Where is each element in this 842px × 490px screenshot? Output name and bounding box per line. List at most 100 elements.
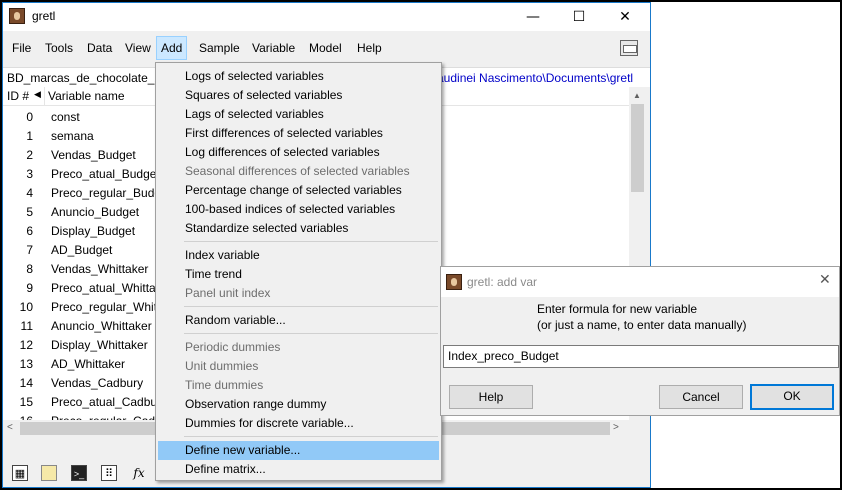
menu-item-seasonal-differences: Seasonal differences of selected variabl… [185, 164, 410, 178]
script-editor-icon[interactable] [41, 465, 57, 481]
menu-item-squares[interactable]: Squares of selected variables [158, 86, 439, 105]
menu-item-time-dummies: Time dummies [185, 378, 264, 392]
menu-file[interactable]: File [8, 36, 35, 60]
menu-item-logs[interactable]: Logs of selected variables [158, 67, 439, 86]
variable-name: Vendas_Budget [51, 148, 136, 162]
menu-separator [184, 241, 438, 242]
menu-item-unit-dummies: Unit dummies [185, 359, 259, 373]
title-bar: gretl — ☐ ✕ [3, 3, 650, 31]
cancel-button[interactable]: Cancel [659, 385, 743, 409]
variable-id: 5 [26, 205, 33, 219]
menu-item-percentage-change[interactable]: Percentage change of selected variables [158, 181, 439, 200]
menu-item-periodic-dummies: Periodic dummies [185, 340, 281, 354]
close-button[interactable]: ✕ [602, 3, 648, 31]
dialog-close-icon[interactable]: ✕ [819, 272, 831, 288]
variable-id: 13 [19, 357, 33, 371]
prompt-line-2: (or just a name, to enter data manually) [537, 318, 747, 332]
menu-item-time-trend[interactable]: Time trend [158, 265, 439, 284]
variable-id: 15 [19, 395, 33, 409]
variable-name: Anuncio_Whittaker [51, 319, 152, 333]
menu-help[interactable]: Help [353, 36, 386, 60]
ok-button[interactable]: OK [750, 384, 834, 410]
menu-view[interactable]: View [121, 36, 155, 60]
menu-item-log-differences[interactable]: Log differences of selected variables [158, 143, 439, 162]
menu-item-lags[interactable]: Lags of selected variables [158, 105, 439, 124]
menu-item-index-variable[interactable]: Index variable [158, 246, 439, 265]
variable-id: 8 [26, 262, 33, 276]
gretl-app-icon [9, 8, 25, 24]
variable-id: 6 [26, 224, 33, 238]
session-icons-icon[interactable]: ⠿ [101, 465, 117, 481]
working-directory-path: audinei Nascimento\Documents\gretl [437, 71, 634, 85]
menu-item-dummies-discrete[interactable]: Dummies for discrete variable... [158, 414, 439, 433]
calculator-icon[interactable]: ▦ [12, 465, 28, 481]
variable-id: 10 [19, 300, 33, 314]
menu-item-observation-range-dummy[interactable]: Observation range dummy [158, 395, 439, 414]
console-icon[interactable]: >_ [71, 465, 87, 481]
variable-name: Anuncio_Budget [51, 205, 140, 219]
column-header-variable-name[interactable]: Variable name [48, 89, 125, 103]
add-menu-dropdown: Logs of selected variables Squares of se… [155, 62, 442, 481]
variable-name: Preco_atual_Whittak [51, 281, 162, 295]
dataset-filename: BD_marcas_de_chocolate_22 [7, 71, 168, 85]
variable-id: 2 [26, 148, 33, 162]
add-var-dialog: gretl: add var ✕ Enter formula for new v… [440, 266, 840, 416]
variable-id: 7 [26, 243, 33, 257]
window-title: gretl [32, 9, 56, 23]
formula-prompt: Enter formula for new variable (or just … [537, 301, 757, 333]
scroll-right-arrow-icon[interactable]: > [613, 422, 619, 433]
menu-separator [184, 436, 438, 437]
variable-name: AD_Whittaker [51, 357, 126, 371]
variable-id: 4 [26, 186, 33, 200]
session-window-icon[interactable] [620, 40, 638, 56]
variable-name: Preco_regular_Budg [51, 186, 162, 200]
scroll-up-arrow-icon[interactable]: ▲ [633, 91, 641, 100]
menu-add[interactable]: Add [156, 36, 188, 60]
variable-name: Vendas_Whittaker [51, 262, 149, 276]
menu-separator [184, 333, 438, 334]
column-header-id[interactable]: ID # [7, 89, 29, 103]
variable-name: semana [51, 129, 94, 143]
help-button[interactable]: Help [449, 385, 533, 409]
maximize-button[interactable]: ☐ [556, 3, 602, 31]
variable-id: 0 [26, 110, 33, 124]
function-packages-icon[interactable]: fx [131, 465, 147, 481]
variable-name: Preco_atual_Budget [51, 167, 160, 181]
variable-name: Preco_atual_Cadbur [51, 395, 162, 409]
menu-item-standardize[interactable]: Standardize selected variables [158, 219, 439, 238]
vertical-scroll-thumb[interactable] [631, 104, 644, 192]
variable-id: 9 [26, 281, 33, 295]
variable-name: Vendas_Cadbury [51, 376, 144, 390]
menu-separator [184, 306, 438, 307]
variable-id: 12 [19, 338, 33, 352]
menu-item-define-matrix[interactable]: Define matrix... [158, 460, 439, 479]
minimize-button[interactable]: — [510, 3, 556, 31]
dialog-title-bar: gretl: add var ✕ [441, 267, 839, 297]
menu-item-define-new-variable[interactable]: Define new variable... [158, 441, 439, 460]
variable-id: 14 [19, 376, 33, 390]
variable-id: 1 [26, 129, 33, 143]
variable-id: 3 [26, 167, 33, 181]
column-divider[interactable] [44, 87, 45, 106]
menu-item-random-variable[interactable]: Random variable... [158, 311, 439, 330]
menu-model[interactable]: Model [305, 36, 346, 60]
menu-item-100-based-indices[interactable]: 100-based indices of selected variables [158, 200, 439, 219]
menu-sample[interactable]: Sample [195, 36, 244, 60]
formula-input[interactable]: Index_preco_Budget [443, 345, 839, 368]
variable-name: Preco_regular_Whitt [51, 300, 161, 314]
menu-item-panel-unit-index: Panel unit index [185, 286, 271, 300]
variable-id: 11 [20, 319, 33, 333]
prompt-line-1: Enter formula for new variable [537, 302, 698, 316]
variable-name: Display_Budget [51, 224, 136, 238]
menu-item-first-differences[interactable]: First differences of selected variables [158, 124, 439, 143]
sort-arrow-icon: ◀ [34, 89, 41, 99]
dialog-title: gretl: add var [467, 275, 538, 289]
menu-bar: File Tools Data View Add Sample Variable… [3, 36, 650, 60]
menu-variable[interactable]: Variable [248, 36, 299, 60]
menu-data[interactable]: Data [83, 36, 116, 60]
scroll-left-arrow-icon[interactable]: < [7, 422, 13, 433]
menu-tools[interactable]: Tools [41, 36, 77, 60]
variable-name: AD_Budget [51, 243, 113, 257]
variable-name: const [51, 110, 80, 124]
gretl-app-icon [446, 274, 462, 290]
